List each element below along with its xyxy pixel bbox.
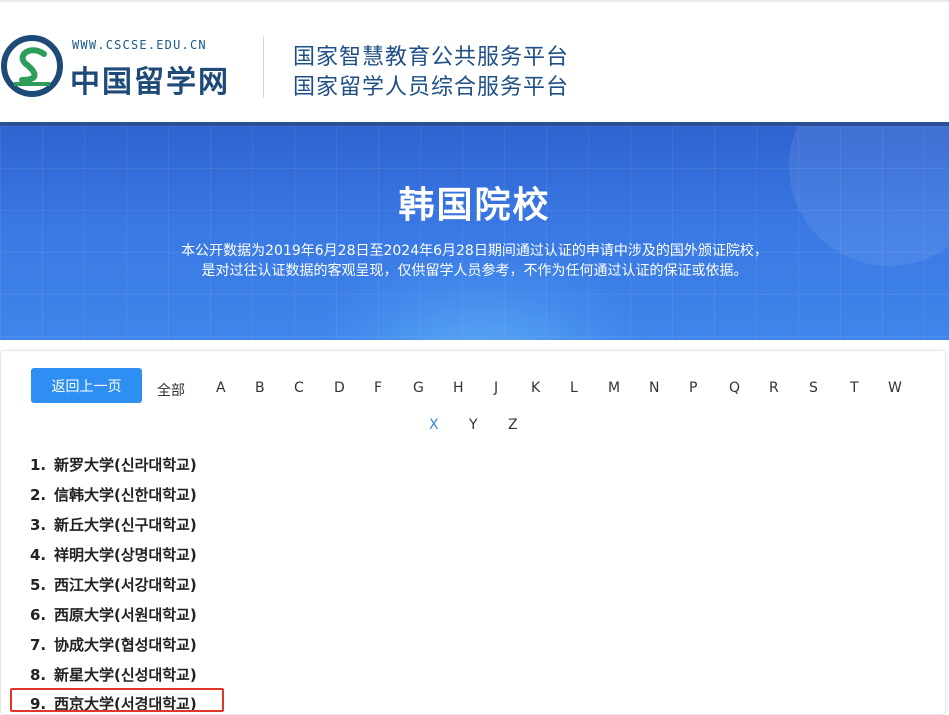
logo-icon[interactable] <box>0 34 64 98</box>
school-number: 2. <box>30 486 47 504</box>
letter-filter-n[interactable]: N <box>649 380 659 396</box>
banner-description-line-1: 本公开数据为2019年6月28日至2024年6月28日期间通过认证的申请中涉及的… <box>181 243 768 259</box>
school-number: 4. <box>30 546 47 564</box>
school-list-item[interactable]: 1. 新罗大学(신라대학교) <box>30 454 197 475</box>
letter-filter-t[interactable]: T <box>850 380 859 396</box>
school-number: 8. <box>30 666 47 684</box>
letter-filter-w[interactable]: W <box>888 380 902 396</box>
school-name[interactable]: 协成大学(협성대학교) <box>54 636 197 654</box>
letter-filter-z[interactable]: Z <box>508 417 518 433</box>
school-number: 7. <box>30 636 47 654</box>
letter-filter-h[interactable]: H <box>453 380 464 396</box>
school-number: 3. <box>30 516 47 534</box>
school-name[interactable]: 信韩大学(신한대학교) <box>54 486 197 504</box>
school-name[interactable]: 西原大学(서원대학교) <box>54 606 197 624</box>
letter-filter-p[interactable]: P <box>689 380 697 396</box>
school-name[interactable]: 祥明大学(상명대학교) <box>54 546 197 564</box>
platform-title-1[interactable]: 国家智慧教育公共服务平台 <box>293 39 569 71</box>
highlight-annotation-box <box>10 688 224 712</box>
letter-filter-d[interactable]: D <box>334 380 345 396</box>
letter-filter-m[interactable]: M <box>608 380 620 396</box>
school-name[interactable]: 新罗大学(신라대학교) <box>54 456 197 474</box>
letter-filter-g[interactable]: G <box>413 380 424 396</box>
letter-filter-r[interactable]: R <box>769 380 779 396</box>
letter-filter-q[interactable]: Q <box>729 380 740 396</box>
letter-filter-x[interactable]: X <box>429 417 439 433</box>
header-divider <box>263 36 264 98</box>
letter-filter-l[interactable]: L <box>570 380 578 396</box>
page-title: 韩国院校 <box>398 185 551 226</box>
page-banner: 韩国院校 本公开数据为2019年6月28日至2024年6月28日期间通过认证的申… <box>0 122 949 340</box>
school-list-item[interactable]: 5. 西江大学(서강대학교) <box>30 574 197 595</box>
school-number: 1. <box>30 456 47 474</box>
letter-filter-c[interactable]: C <box>294 380 304 396</box>
school-list-item[interactable]: 4. 祥明大学(상명대학교) <box>30 544 197 565</box>
school-list-item[interactable]: 6. 西原大学(서원대학교) <box>30 604 197 625</box>
logo-name-text[interactable]: 中国留学网 <box>70 57 230 101</box>
school-number: 5. <box>30 576 47 594</box>
letter-filter-f[interactable]: F <box>374 380 382 396</box>
school-list-item[interactable]: 8. 新星大学(신성대학교) <box>30 664 197 685</box>
school-number: 6. <box>30 606 47 624</box>
school-name[interactable]: 新星大学(신성대학교) <box>54 666 197 684</box>
letter-filter-b[interactable]: B <box>255 380 265 396</box>
banner-description-line-2: 是对过往认证数据的客观呈现，仅供留学人员参考，不作为任何通过认证的保证或依据。 <box>201 263 748 279</box>
platform-title-2[interactable]: 国家留学人员综合服务平台 <box>293 69 569 101</box>
school-list-item[interactable]: 3. 新丘大学(신구대학교) <box>30 514 197 535</box>
school-name[interactable]: 西江大学(서강대학교) <box>54 576 197 594</box>
site-header: WWW.CSCSE.EDU.CN 中国留学网 国家智慧教育公共服务平台 国家留学… <box>0 0 949 122</box>
back-button[interactable]: 返回上一页 <box>31 368 142 403</box>
school-name[interactable]: 新丘大学(신구대학교) <box>54 516 197 534</box>
letter-filter-j[interactable]: J <box>494 380 498 396</box>
letter-filter-s[interactable]: S <box>809 380 818 396</box>
letter-filter-a[interactable]: A <box>216 380 226 396</box>
school-list-item[interactable]: 7. 协成大学(협성대학교) <box>30 634 197 655</box>
filter-all[interactable]: 全部 <box>157 380 185 400</box>
logo-url-text: WWW.CSCSE.EDU.CN <box>72 38 207 52</box>
letter-filter-k[interactable]: K <box>531 380 540 396</box>
school-list-item[interactable]: 2. 信韩大学(신한대학교) <box>30 484 197 505</box>
letter-filter-y[interactable]: Y <box>469 417 478 433</box>
